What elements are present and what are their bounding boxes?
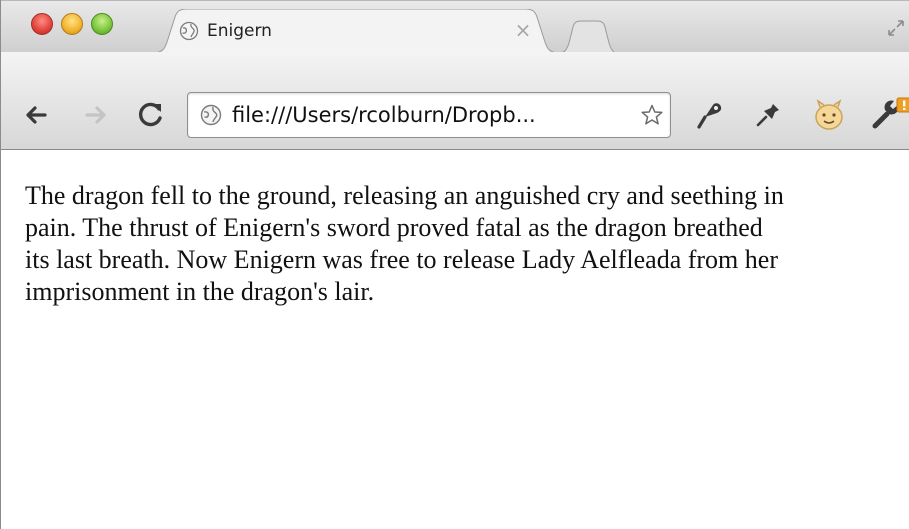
close-window-button[interactable] [31,13,53,35]
tab-strip: Enigern × [1,0,909,53]
wrench-menu-icon[interactable] [871,96,909,132]
forward-arrow-icon[interactable] [83,102,109,128]
fullscreen-icon[interactable] [885,17,907,39]
globe-icon [200,104,222,126]
minimize-window-button[interactable] [61,13,83,35]
browser-window: Enigern × file:///Users/rcolburn/Dropb..… [0,0,909,529]
story-paragraph: The dragon fell to the ground, releasing… [25,181,784,306]
address-bar-url[interactable]: file:///Users/rcolburn/Dropb... [232,101,536,129]
globe-icon [179,21,199,41]
pen-icon[interactable] [695,100,725,130]
page-content: The dragon fell to the ground, releasing… [1,150,909,529]
zoom-window-button[interactable] [91,13,113,35]
tab-close-icon[interactable]: × [513,20,533,40]
pin-icon[interactable] [753,100,783,130]
tab-enigern[interactable]: Enigern × [151,9,561,53]
star-icon[interactable] [640,103,664,127]
address-bar[interactable]: file:///Users/rcolburn/Dropb... [187,92,671,138]
back-arrow-icon[interactable] [23,102,49,128]
reload-icon[interactable] [137,100,165,128]
tab-title: Enigern [207,21,272,41]
extension-face-icon[interactable] [811,98,847,132]
new-tab-button[interactable] [557,17,617,53]
